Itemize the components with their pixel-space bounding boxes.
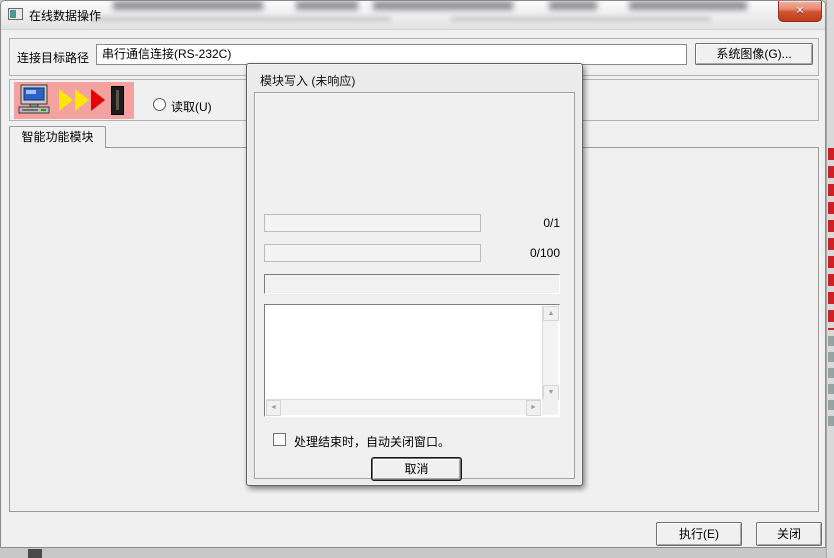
read-radio-label: 读取(U) — [171, 98, 212, 115]
cancel-button[interactable]: 取消 — [372, 458, 461, 480]
scrollbar-vertical[interactable]: ▲ ▼ — [542, 306, 558, 400]
plc-module-icon — [111, 86, 124, 115]
transfer-direction-graphic — [14, 82, 134, 119]
current-item-field — [264, 274, 560, 294]
scrollbar-corner — [542, 399, 558, 415]
tab-intelligent-function-module[interactable]: 智能功能模块 — [9, 126, 106, 148]
arrow-right-icon — [91, 89, 105, 111]
glass-blur-decoration — [296, 1, 358, 10]
scroll-left-icon[interactable]: ◄ — [266, 400, 281, 416]
glass-blur-decoration — [451, 16, 711, 22]
glass-blur-decoration — [373, 1, 513, 10]
auto-close-checkbox[interactable] — [273, 433, 286, 446]
connection-path-label: 连接目标路径 — [17, 49, 89, 66]
window-title: 在线数据操作 — [29, 7, 101, 24]
module-write-modal: 模块写入 (未响应) 0/1 0/100 ▲ ▼ ◄ ► 处理结束时，自动关闭窗… — [246, 63, 583, 486]
scrollbar-horizontal[interactable]: ◄ ► — [266, 399, 541, 415]
glass-blur-decoration — [113, 1, 263, 10]
module-progress-bar — [264, 214, 481, 232]
background-bottom-fragment — [28, 549, 42, 558]
system-image-button[interactable]: 系统图像(G)... — [695, 43, 813, 65]
scroll-down-icon[interactable]: ▼ — [543, 385, 559, 400]
close-icon[interactable]: ✕ — [778, 1, 822, 22]
module-progress-count: 0/1 — [485, 214, 560, 232]
connection-path-field[interactable]: 串行通信连接(RS-232C) — [96, 44, 687, 65]
read-radio[interactable] — [153, 98, 166, 111]
percent-progress-count: 0/100 — [485, 244, 560, 262]
title-bar: 在线数据操作 — [1, 1, 825, 30]
arrow-right-icon — [59, 89, 73, 111]
close-button[interactable]: 关闭 — [756, 522, 822, 546]
glass-blur-decoration — [549, 1, 597, 10]
arrow-right-icon — [75, 89, 89, 111]
glass-blur-decoration — [91, 16, 391, 22]
percent-progress-bar — [264, 244, 481, 262]
log-text-area[interactable]: ▲ ▼ ◄ ► — [264, 304, 560, 417]
background-red-modules — [828, 148, 834, 330]
modal-title: 模块写入 (未响应) — [260, 72, 355, 89]
modal-content-panel: 0/1 0/100 ▲ ▼ ◄ ► 处理结束时，自动关闭窗口。 取消 — [254, 92, 575, 479]
execute-button[interactable]: 执行(E) — [656, 522, 742, 546]
auto-close-checkbox-label: 处理结束时，自动关闭窗口。 — [294, 433, 450, 450]
background-gray-modules — [828, 336, 834, 432]
window-icon — [8, 8, 23, 20]
scroll-right-icon[interactable]: ► — [526, 400, 541, 416]
scroll-up-icon[interactable]: ▲ — [543, 306, 559, 321]
glass-blur-decoration — [629, 1, 747, 10]
computer-icon — [17, 84, 55, 117]
